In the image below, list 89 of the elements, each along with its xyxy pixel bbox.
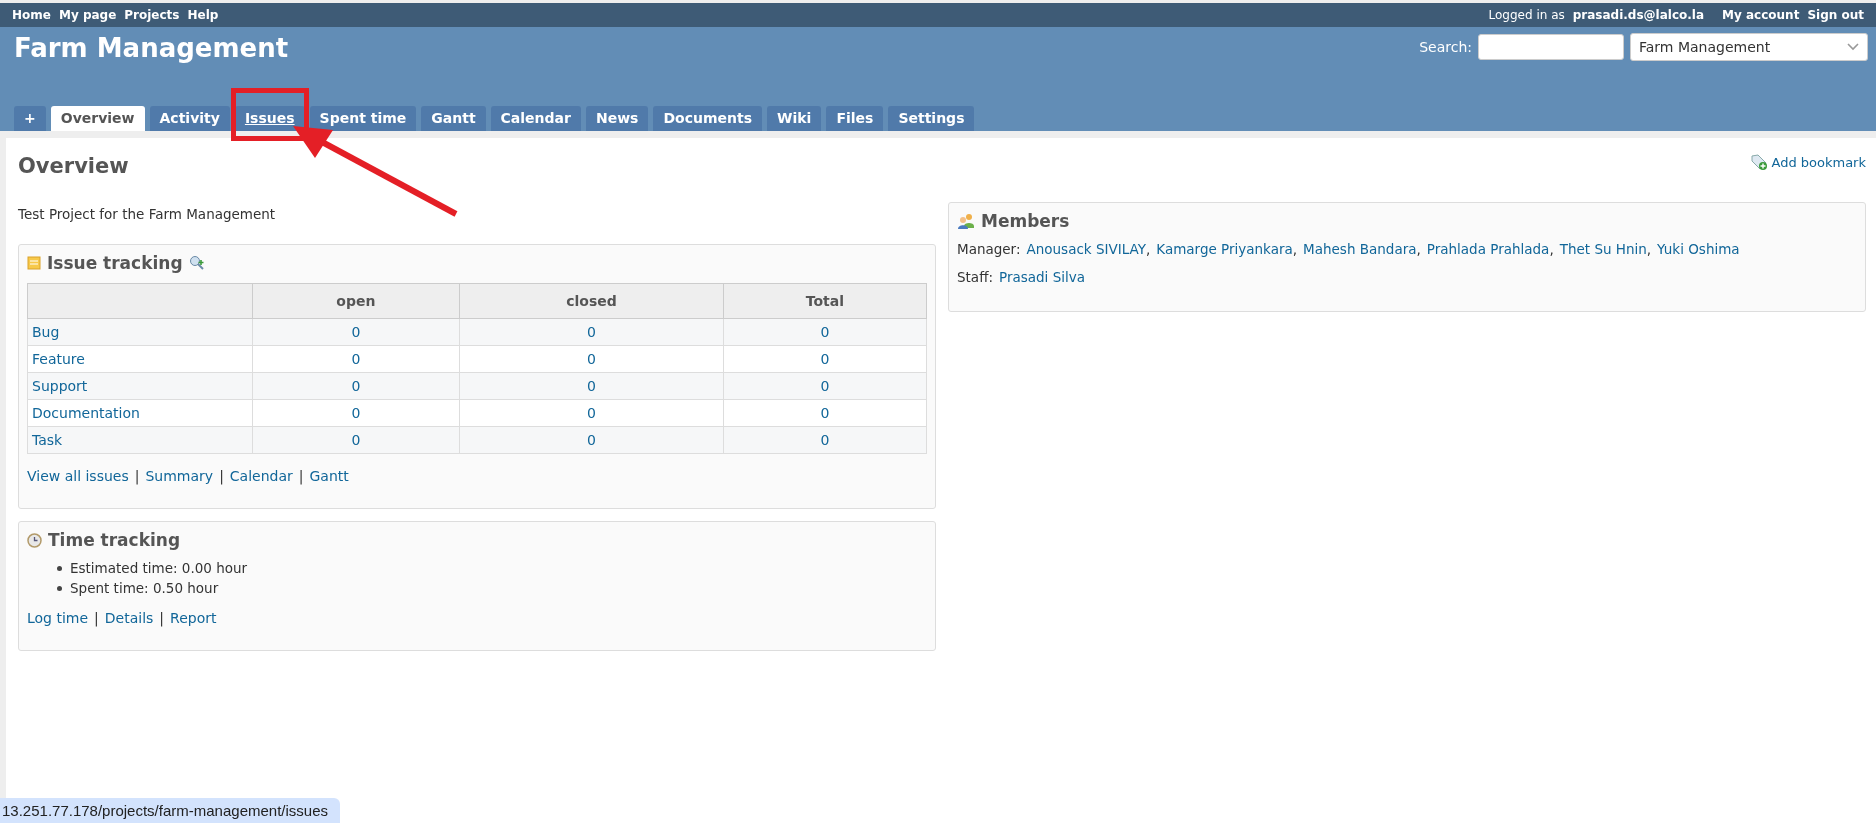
panel-title: Issue tracking xyxy=(47,253,183,273)
box-link[interactable]: Log time xyxy=(27,610,89,626)
nav-tab[interactable]: Gantt xyxy=(421,106,486,131)
tracker-link[interactable]: Bug xyxy=(32,324,60,340)
member-link[interactable]: Prasadi Silva xyxy=(999,269,1085,285)
top-menu-link[interactable]: My page xyxy=(58,8,117,22)
member-link[interactable]: Thet Su Hnin xyxy=(1559,241,1647,257)
separator: , xyxy=(1416,241,1421,257)
nav-tab[interactable]: Documents xyxy=(653,106,762,131)
count-link[interactable]: 0 xyxy=(587,351,596,367)
member-link[interactable]: Kamarge Priyankara xyxy=(1156,241,1293,257)
member-link[interactable]: Prahlada Prahlada xyxy=(1426,241,1550,257)
nav-tab[interactable]: Spent time xyxy=(309,106,417,131)
status-url: 13.251.77.178/projects/farm-management/issues xyxy=(0,798,340,823)
separator: | xyxy=(94,610,99,626)
add-bookmark-link[interactable]: Add bookmark xyxy=(1749,153,1866,171)
top-menu-link[interactable]: Projects xyxy=(124,8,180,22)
people-icon xyxy=(957,213,975,229)
search-field[interactable] xyxy=(1478,34,1624,60)
nav-tab[interactable]: Calendar xyxy=(490,106,581,131)
account-link[interactable]: Sign out xyxy=(1807,8,1864,22)
clock-icon xyxy=(27,532,42,548)
project-select[interactable]: Farm Management xyxy=(1630,33,1868,61)
separator: , xyxy=(1646,241,1652,257)
count-link[interactable]: 0 xyxy=(820,324,830,340)
note-icon xyxy=(27,256,41,270)
tracker-link[interactable]: Support xyxy=(32,378,88,394)
user-name: prasadi.ds@lalco.la xyxy=(1572,8,1705,22)
panel-title: Members xyxy=(981,211,1070,231)
separator: | xyxy=(219,468,224,484)
project-title: Farm Management xyxy=(13,33,289,63)
box-link[interactable]: Summary xyxy=(145,468,214,484)
member-link[interactable]: Mahesh Bandara xyxy=(1303,241,1417,257)
table-header: closed xyxy=(459,283,724,319)
nav-tab[interactable]: News xyxy=(585,106,649,131)
box-link[interactable]: Report xyxy=(170,610,217,626)
nav-tab[interactable]: Overview xyxy=(50,106,145,131)
separator: | xyxy=(298,468,304,484)
role-label: Staff: xyxy=(957,269,993,285)
box-link[interactable]: Calendar xyxy=(229,468,293,484)
count-link[interactable]: 0 xyxy=(587,405,596,421)
box-link[interactable]: Details xyxy=(104,610,154,626)
nav-tab[interactable]: Wiki xyxy=(767,106,822,131)
count-link[interactable]: 0 xyxy=(351,432,361,448)
chevron-down-icon xyxy=(1847,43,1859,51)
magnifier-plus-icon xyxy=(188,255,205,271)
nav-tab[interactable]: Activity xyxy=(149,106,230,131)
nav-tab[interactable]: + xyxy=(14,106,46,131)
table-header: Total xyxy=(723,283,927,319)
tracker-link[interactable]: Task xyxy=(32,432,63,448)
member-link[interactable]: Anousack SIVILAY xyxy=(1026,241,1146,257)
count-link[interactable]: 0 xyxy=(820,351,830,367)
count-link[interactable]: 0 xyxy=(351,405,361,421)
count-link[interactable]: 0 xyxy=(351,324,361,340)
bullet-icon xyxy=(57,585,62,591)
count-link[interactable]: 0 xyxy=(587,432,596,448)
table-header: open xyxy=(252,283,460,319)
member-link[interactable]: Yuki Oshima xyxy=(1657,241,1740,257)
separator: , xyxy=(1292,241,1298,257)
separator: | xyxy=(159,610,165,626)
role-label: Manager: xyxy=(957,241,1021,257)
separator: | xyxy=(134,468,140,484)
separator: , xyxy=(1146,241,1151,257)
top-menu-link[interactable]: Home xyxy=(12,8,51,22)
page-title: Overview xyxy=(18,154,129,178)
count-link[interactable]: 0 xyxy=(587,378,596,394)
bullet-icon xyxy=(57,565,62,571)
nav-tab[interactable]: Files xyxy=(826,106,884,131)
top-menu-link[interactable]: Help xyxy=(187,8,219,22)
count-link[interactable]: 0 xyxy=(351,351,361,367)
separator: , xyxy=(1549,241,1554,257)
project-description: Test Project for the Farm Management xyxy=(18,206,277,222)
count-link[interactable]: 0 xyxy=(820,378,830,394)
count-link[interactable]: 0 xyxy=(351,378,361,394)
count-link[interactable]: 0 xyxy=(587,324,596,340)
box-link[interactable]: Gantt xyxy=(309,468,349,484)
panel-title: Time tracking xyxy=(48,530,181,550)
tracker-link[interactable]: Feature xyxy=(32,351,85,367)
search-label: Search: xyxy=(1419,39,1472,55)
tag-plus-icon xyxy=(1749,153,1768,171)
time-entry: Estimated time: 0.00 hour xyxy=(70,560,248,576)
count-link[interactable]: 0 xyxy=(820,405,830,421)
box-link[interactable]: View all issues xyxy=(27,468,129,484)
time-entry: Spent time: 0.50 hour xyxy=(70,580,219,596)
nav-tab[interactable]: Settings xyxy=(888,106,975,131)
count-link[interactable]: 0 xyxy=(820,432,830,448)
account-link[interactable]: My account xyxy=(1722,8,1800,22)
logged-in-label: Logged in as xyxy=(1488,8,1565,22)
nav-tab[interactable]: Issues xyxy=(234,106,305,131)
